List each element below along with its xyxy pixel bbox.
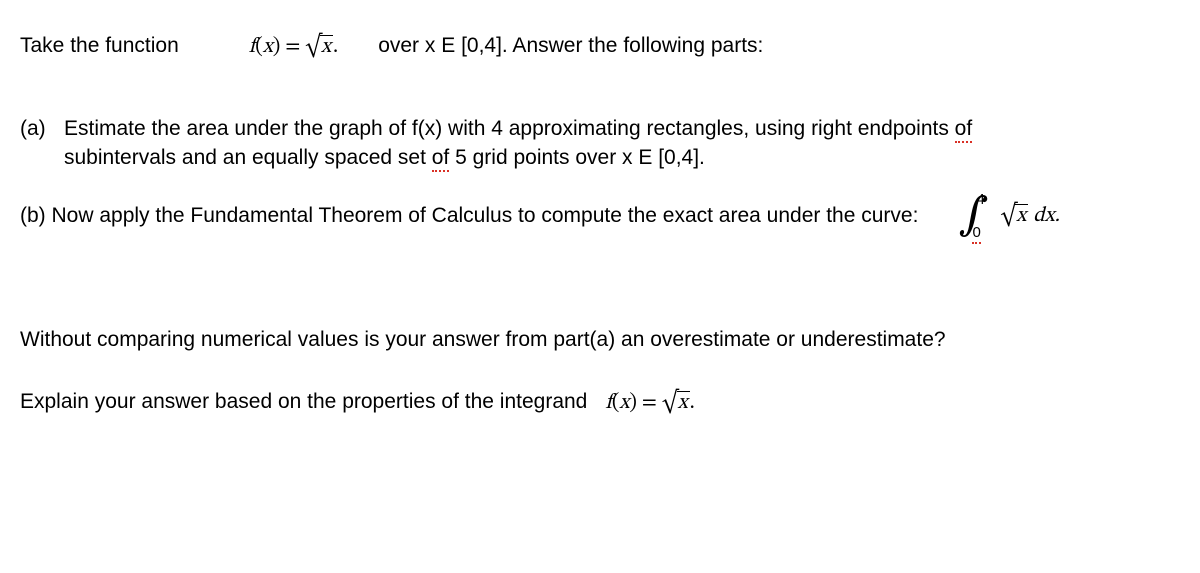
sqrt-body: x [677,391,690,413]
parts-block: (a) Estimate the area under the graph of… [20,115,1180,238]
intro-lead: Take the function [20,32,179,60]
integral-upper: 4 [976,192,984,207]
fx-eq: = [637,392,662,413]
sqrt-icon: √x [662,389,690,417]
integral-block: ∫ 4 0 √x dx. [958,194,1059,238]
fx-period: . [333,36,338,57]
part-a-text: Estimate the area under the graph of f(x… [64,115,1180,172]
fx-x: x [263,36,273,57]
part-a-l2-post: 5 grid points over x E [0,4]. [449,146,705,169]
part-a-l2-spell: of [432,146,450,172]
integral-icon: ∫ 4 0 [958,194,988,238]
integral-lower: 0 [972,225,980,240]
sqrt-body: x [320,35,333,57]
intro-math: f(x) = √x. [249,33,338,61]
intro-row: Take the function f(x) = √x. over x E [0… [20,32,1180,61]
explain-text: Explain your answer based on the propert… [20,388,587,416]
part-b: (b) Now apply the Fundamental Theorem of… [20,194,1180,238]
fx-open: ( [255,36,263,57]
part-b-label: (b) [20,204,52,227]
part-b-text: (b) Now apply the Fundamental Theorem of… [20,202,918,230]
integrand: √x dx. [1001,202,1060,230]
part-b-body: Now apply the Fundamental Theorem of Cal… [52,204,919,227]
fx-period: . [690,392,695,413]
int-period: . [1055,205,1060,226]
fx-x: x [619,392,629,413]
followup-q: Without comparing numerical values is yo… [20,326,1180,354]
part-a: (a) Estimate the area under the graph of… [20,115,1180,172]
fx-eq: = [280,36,305,57]
sqrt-icon: √x [305,33,333,61]
part-a-label: (a) [20,115,64,172]
sqrt-body: x [1015,204,1028,226]
explain-math: f(x) = √x. [605,389,694,417]
part-a-l1-pre: Estimate the area under the graph of f(x… [64,117,955,140]
intro-trail: over x E [0,4]. Answer the following par… [378,32,763,60]
part-a-l2-pre: subintervals and an equally spaced set [64,146,432,169]
part-a-l1-spell: of [955,117,973,143]
fx-close: ) [629,392,637,413]
explain-row: Explain your answer based on the propert… [20,388,1180,417]
sqrt-icon: √x [1001,202,1029,230]
dx: dx [1028,205,1054,226]
